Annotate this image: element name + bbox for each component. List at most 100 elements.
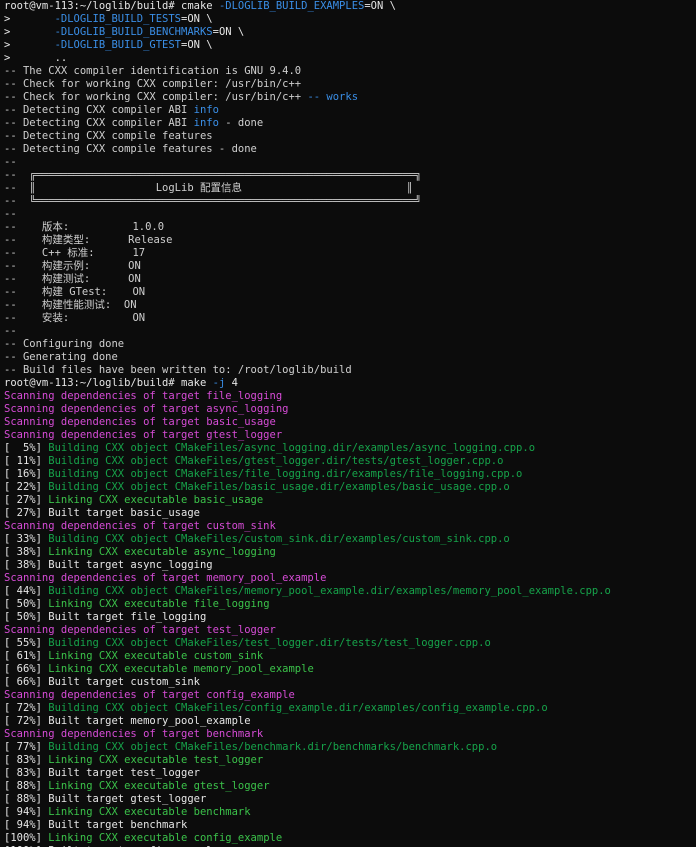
terminal-text-segment: Scanning dependencies of target gtest_lo… xyxy=(4,429,283,441)
terminal-text-segment: Scanning dependencies of target basic_us… xyxy=(4,416,276,428)
terminal-line: > -DLOGLIB_BUILD_BENCHMARKS=ON \ xyxy=(4,26,696,39)
terminal-text-segment: [ 50%] Built target file_logging xyxy=(4,611,207,623)
terminal-text-segment: > .. xyxy=(4,52,68,64)
terminal-text-segment: [ 16%] xyxy=(4,468,49,480)
terminal-text-segment: -- 构建测试: ON xyxy=(4,273,141,285)
terminal-line: Scanning dependencies of target custom_s… xyxy=(4,520,696,533)
terminal-line: -- The CXX compiler identification is GN… xyxy=(4,65,696,78)
terminal-text-segment: =ON \ xyxy=(181,39,213,51)
terminal-text-segment: -- ╚════════════════════════════════════… xyxy=(4,195,422,207)
terminal-text-segment: Building CXX object CMakeFiles/custom_si… xyxy=(48,533,510,545)
terminal-text-segment: -- Check for working CXX compiler: /usr/… xyxy=(4,78,302,90)
terminal-line: > -DLOGLIB_BUILD_TESTS=ON \ xyxy=(4,13,696,26)
terminal-line: [ 88%] Linking CXX executable gtest_logg… xyxy=(4,780,696,793)
terminal-line: -- Check for working CXX compiler: /usr/… xyxy=(4,91,696,104)
terminal-text-segment: -- 安装: ON xyxy=(4,312,146,324)
terminal-window[interactable]: root@vm-113:~/loglib/build# cmake -DLOGL… xyxy=(0,0,696,847)
terminal-text-segment: -- 构建类型: Release xyxy=(4,234,173,246)
terminal-line: -- 安装: ON xyxy=(4,312,696,325)
terminal-text-segment: > xyxy=(4,26,55,38)
terminal-text-segment: > xyxy=(4,13,55,25)
terminal-line: Scanning dependencies of target async_lo… xyxy=(4,403,696,416)
terminal-text-segment: Building CXX object CMakeFiles/test_logg… xyxy=(48,637,491,649)
terminal-line: [ 88%] Built target gtest_logger xyxy=(4,793,696,806)
terminal-line: [ 83%] Linking CXX executable test_logge… xyxy=(4,754,696,767)
terminal-line: -- Configuring done xyxy=(4,338,696,351)
terminal-line: [ 72%] Built target memory_pool_example xyxy=(4,715,696,728)
terminal-line: [ 16%] Building CXX object CMakeFiles/fi… xyxy=(4,468,696,481)
terminal-text-segment: -- C++ 标准: 17 xyxy=(4,247,146,259)
terminal-text-segment: [ 38%] xyxy=(4,546,49,558)
terminal-text-segment: [ 77%] xyxy=(4,741,49,753)
terminal-text-segment: [ 5%] xyxy=(4,442,49,454)
terminal-text-segment: -- xyxy=(4,208,17,220)
terminal-text-segment: -- xyxy=(4,325,17,337)
terminal-line: [ 83%] Built target test_logger xyxy=(4,767,696,780)
terminal-text-segment: -- Detecting CXX compiler ABI xyxy=(4,117,194,129)
terminal-text-segment: Building CXX object CMakeFiles/basic_usa… xyxy=(48,481,510,493)
terminal-line: [ 66%] Built target custom_sink xyxy=(4,676,696,689)
terminal-line: -- Check for working CXX compiler: /usr/… xyxy=(4,78,696,91)
terminal-text-segment: Building CXX object CMakeFiles/async_log… xyxy=(48,442,536,454)
terminal-line: -- 版本: 1.0.0 xyxy=(4,221,696,234)
terminal-line: [ 77%] Building CXX object CMakeFiles/be… xyxy=(4,741,696,754)
terminal-text-segment: -j xyxy=(212,377,226,389)
terminal-text-segment: [100%] xyxy=(4,832,49,844)
terminal-line: -- 构建性能测试: ON xyxy=(4,299,696,312)
terminal-text-segment: -- 构建性能测试: ON xyxy=(4,299,137,311)
terminal-line: [ 94%] Built target benchmark xyxy=(4,819,696,832)
terminal-text-segment: -- 版本: 1.0.0 xyxy=(4,221,165,233)
terminal-line: -- xyxy=(4,208,696,221)
terminal-line: [ 44%] Building CXX object CMakeFiles/me… xyxy=(4,585,696,598)
terminal-line: -- Detecting CXX compile features - done xyxy=(4,143,696,156)
terminal-text-segment: Scanning dependencies of target memory_p… xyxy=(4,572,327,584)
terminal-text-segment: -DLOGLIB_BUILD_GTEST xyxy=(54,39,182,51)
terminal-line: [ 11%] Building CXX object CMakeFiles/gt… xyxy=(4,455,696,468)
terminal-text-segment: [ 33%] xyxy=(4,533,49,545)
terminal-text-segment: [ 61%] xyxy=(4,650,49,662)
terminal-text-segment: Building CXX object CMakeFiles/gtest_log… xyxy=(48,455,504,467)
terminal-line: [ 38%] Linking CXX executable async_logg… xyxy=(4,546,696,559)
terminal-text-segment: [ 50%] xyxy=(4,598,49,610)
terminal-text-segment: -DLOGLIB_BUILD_BENCHMARKS xyxy=(54,26,213,38)
terminal-text-segment: Linking CXX executable async_logging xyxy=(48,546,276,558)
terminal-text-segment: -- ╔════════════════════════════════════… xyxy=(4,169,422,181)
terminal-text-segment: -- Build files have been written to: /ro… xyxy=(4,364,352,376)
terminal-text-segment: Building CXX object CMakeFiles/benchmark… xyxy=(48,741,498,753)
terminal-line: -- 构建测试: ON xyxy=(4,273,696,286)
terminal-text-segment: -- Detecting CXX compile features xyxy=(4,130,213,142)
terminal-line: Scanning dependencies of target benchmar… xyxy=(4,728,696,741)
terminal-text-segment: =ON \ xyxy=(364,0,396,12)
terminal-text-segment: -- ║ LogLib 配置信息 ║ xyxy=(4,182,413,194)
terminal-line: Scanning dependencies of target gtest_lo… xyxy=(4,429,696,442)
terminal-line: [100%] Linking CXX executable config_exa… xyxy=(4,832,696,845)
terminal-line: -- Detecting CXX compiler ABI info - don… xyxy=(4,117,696,130)
terminal-text-segment: [ 22%] xyxy=(4,481,49,493)
terminal-text-segment: Linking CXX executable custom_sink xyxy=(48,650,264,662)
terminal-line: Scanning dependencies of target basic_us… xyxy=(4,416,696,429)
terminal-line: [ 94%] Linking CXX executable benchmark xyxy=(4,806,696,819)
terminal-text-segment: -- The CXX compiler identification is GN… xyxy=(4,65,302,77)
terminal-line: [ 50%] Linking CXX executable file_loggi… xyxy=(4,598,696,611)
terminal-line: -- ╚════════════════════════════════════… xyxy=(4,195,696,208)
terminal-text-segment: Linking CXX executable test_logger xyxy=(48,754,264,766)
terminal-text-segment: [ 66%] Built target custom_sink xyxy=(4,676,200,688)
terminal-text-segment: -- works xyxy=(307,91,359,103)
terminal-text-segment: [ 55%] xyxy=(4,637,49,649)
terminal-text-segment: 4 xyxy=(225,377,238,389)
terminal-line: [ 55%] Building CXX object CMakeFiles/te… xyxy=(4,637,696,650)
terminal-text-segment: info xyxy=(193,104,219,116)
terminal-line: Scanning dependencies of target config_e… xyxy=(4,689,696,702)
terminal-text-segment: Scanning dependencies of target file_log… xyxy=(4,390,283,402)
terminal-line: [ 27%] Linking CXX executable basic_usag… xyxy=(4,494,696,507)
terminal-text-segment: root@vm-113:~/loglib/build# make xyxy=(4,377,213,389)
terminal-line: -- xyxy=(4,156,696,169)
terminal-line: > .. xyxy=(4,52,696,65)
terminal-text-segment: > xyxy=(4,39,55,51)
terminal-text-segment: - done xyxy=(218,117,264,129)
terminal-line: -- xyxy=(4,325,696,338)
terminal-line: -- 构建示例: ON xyxy=(4,260,696,273)
terminal-line: root@vm-113:~/loglib/build# make -j 4 xyxy=(4,377,696,390)
terminal-line: -- 构建 GTest: ON xyxy=(4,286,696,299)
terminal-text-segment: [ 27%] Built target basic_usage xyxy=(4,507,200,519)
